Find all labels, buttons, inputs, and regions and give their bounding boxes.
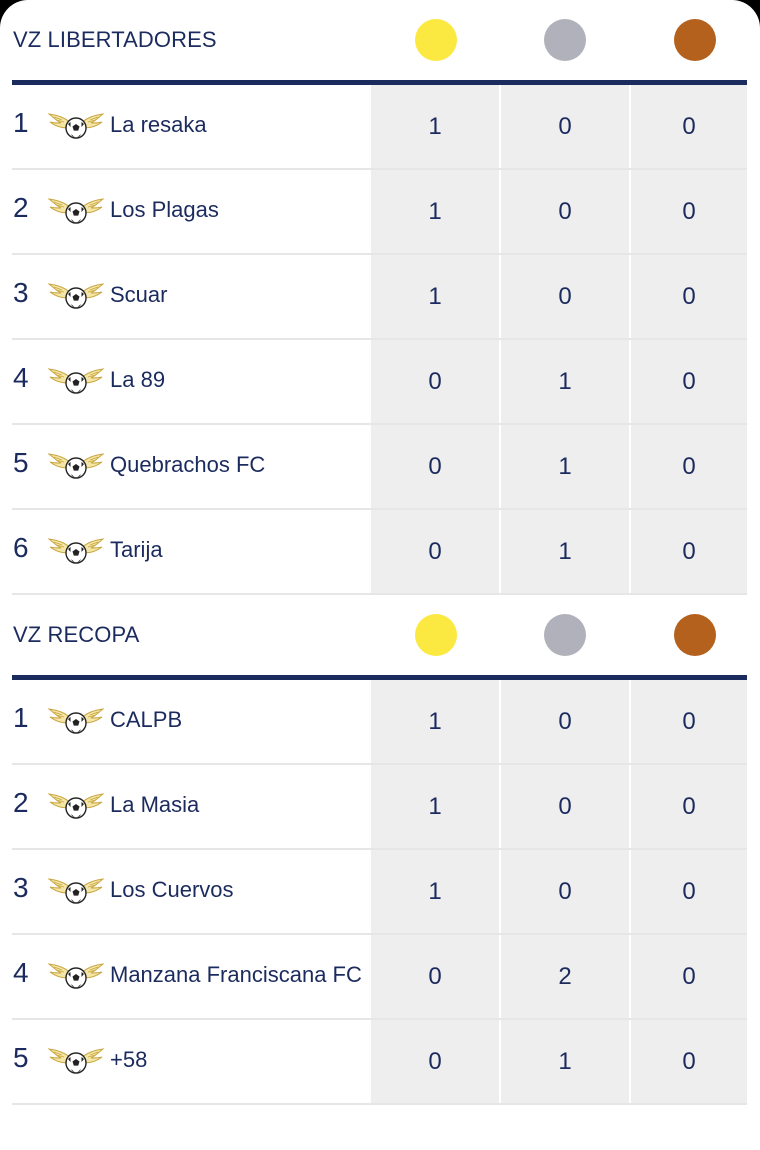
bronze-medal-icon bbox=[674, 614, 716, 656]
winged-soccer-ball-icon bbox=[47, 961, 105, 991]
winged-soccer-ball-icon bbox=[47, 876, 105, 906]
gold-count: 1 bbox=[371, 765, 499, 848]
silver-count: 1 bbox=[501, 510, 629, 593]
team-name[interactable]: La resaka bbox=[110, 112, 207, 138]
winged-soccer-ball-icon bbox=[47, 366, 105, 396]
bronze-count: 0 bbox=[631, 1020, 747, 1103]
section-title: VZ RECOPA bbox=[13, 622, 140, 647]
gold-count: 0 bbox=[371, 425, 499, 508]
team-position: 1 bbox=[13, 107, 29, 138]
team-position: 6 bbox=[13, 532, 29, 563]
team-position: 5 bbox=[13, 447, 29, 478]
team-position: 4 bbox=[13, 362, 29, 393]
competitions-list: VZ LIBERTADORES 1 La resaka 1 0 0 2 Los Plaga… bbox=[0, 0, 760, 1105]
section-title: VZ LIBERTADORES bbox=[13, 27, 217, 52]
team-row[interactable]: 6 Tarija 0 1 0 bbox=[12, 510, 747, 595]
team-row[interactable]: 1 CALPB 1 0 0 bbox=[12, 680, 747, 765]
bronze-medal-icon bbox=[674, 19, 716, 61]
winged-soccer-ball-icon bbox=[47, 706, 105, 736]
bronze-count: 0 bbox=[631, 510, 747, 593]
gold-count: 1 bbox=[371, 170, 499, 253]
team-row[interactable]: 2 Los Plagas 1 0 0 bbox=[12, 170, 747, 255]
gold-count: 1 bbox=[371, 850, 499, 933]
silver-count: 2 bbox=[501, 935, 629, 1018]
team-position: 4 bbox=[13, 957, 29, 988]
silver-count: 0 bbox=[501, 85, 629, 168]
team-row[interactable]: 5 +58 0 1 0 bbox=[12, 1020, 747, 1105]
gold-count: 0 bbox=[371, 340, 499, 423]
silver-count: 1 bbox=[501, 340, 629, 423]
gold-count: 1 bbox=[371, 680, 499, 763]
silver-medal-icon bbox=[544, 19, 586, 61]
team-position: 3 bbox=[13, 277, 29, 308]
winged-soccer-ball-icon bbox=[47, 281, 105, 311]
team-name[interactable]: Los Cuervos bbox=[110, 877, 234, 903]
team-row[interactable]: 4 La 89 0 1 0 bbox=[12, 340, 747, 425]
gold-count: 1 bbox=[371, 255, 499, 338]
bronze-count: 0 bbox=[631, 340, 747, 423]
bronze-count: 0 bbox=[631, 850, 747, 933]
team-name[interactable]: Scuar bbox=[110, 282, 167, 308]
team-name[interactable]: La 89 bbox=[110, 367, 165, 393]
team-row[interactable]: 5 Quebrachos FC 0 1 0 bbox=[12, 425, 747, 510]
bronze-count: 0 bbox=[631, 680, 747, 763]
team-name[interactable]: Manzana Franciscana FC bbox=[110, 962, 362, 988]
bronze-count: 0 bbox=[631, 85, 747, 168]
bronze-count: 0 bbox=[631, 255, 747, 338]
silver-count: 0 bbox=[501, 680, 629, 763]
gold-count: 1 bbox=[371, 85, 499, 168]
competition-section: VZ RECOPA 1 CALPB 1 0 0 2 La Masia 1 0 0 3 Los Cu… bbox=[12, 595, 747, 1105]
silver-count: 0 bbox=[501, 255, 629, 338]
team-row[interactable]: 2 La Masia 1 0 0 bbox=[12, 765, 747, 850]
medal-table-page: VZ LIBERTADORES 1 La resaka 1 0 0 2 Los Plaga… bbox=[0, 0, 760, 1150]
team-name[interactable]: Los Plagas bbox=[110, 197, 219, 223]
team-row[interactable]: 4 Manzana Franciscana FC 0 2 0 bbox=[12, 935, 747, 1020]
gold-count: 0 bbox=[371, 510, 499, 593]
winged-soccer-ball-icon bbox=[47, 111, 105, 141]
silver-count: 0 bbox=[501, 765, 629, 848]
team-name[interactable]: Tarija bbox=[110, 537, 163, 563]
team-position: 1 bbox=[13, 702, 29, 733]
bronze-count: 0 bbox=[631, 765, 747, 848]
team-row[interactable]: 3 Scuar 1 0 0 bbox=[12, 255, 747, 340]
team-name[interactable]: La Masia bbox=[110, 792, 199, 818]
team-name[interactable]: CALPB bbox=[110, 707, 182, 733]
gold-medal-icon bbox=[415, 614, 457, 656]
bronze-count: 0 bbox=[631, 425, 747, 508]
silver-medal-icon bbox=[544, 614, 586, 656]
silver-count: 0 bbox=[501, 170, 629, 253]
winged-soccer-ball-icon bbox=[47, 536, 105, 566]
team-row[interactable]: 1 La resaka 1 0 0 bbox=[12, 85, 747, 170]
bronze-count: 0 bbox=[631, 935, 747, 1018]
section-header: VZ LIBERTADORES bbox=[12, 0, 747, 80]
silver-count: 0 bbox=[501, 850, 629, 933]
team-position: 2 bbox=[13, 787, 29, 818]
section-header: VZ RECOPA bbox=[12, 595, 747, 675]
team-position: 2 bbox=[13, 192, 29, 223]
gold-count: 0 bbox=[371, 935, 499, 1018]
team-name[interactable]: Quebrachos FC bbox=[110, 452, 265, 478]
team-position: 3 bbox=[13, 872, 29, 903]
competition-section: VZ LIBERTADORES 1 La resaka 1 0 0 2 Los Plaga… bbox=[12, 0, 747, 595]
gold-medal-icon bbox=[415, 19, 457, 61]
silver-count: 1 bbox=[501, 1020, 629, 1103]
team-position: 5 bbox=[13, 1042, 29, 1073]
winged-soccer-ball-icon bbox=[47, 196, 105, 226]
gold-count: 0 bbox=[371, 1020, 499, 1103]
silver-count: 1 bbox=[501, 425, 629, 508]
winged-soccer-ball-icon bbox=[47, 1046, 105, 1076]
winged-soccer-ball-icon bbox=[47, 791, 105, 821]
winged-soccer-ball-icon bbox=[47, 451, 105, 481]
team-name[interactable]: +58 bbox=[110, 1047, 147, 1073]
bronze-count: 0 bbox=[631, 170, 747, 253]
team-row[interactable]: 3 Los Cuervos 1 0 0 bbox=[12, 850, 747, 935]
